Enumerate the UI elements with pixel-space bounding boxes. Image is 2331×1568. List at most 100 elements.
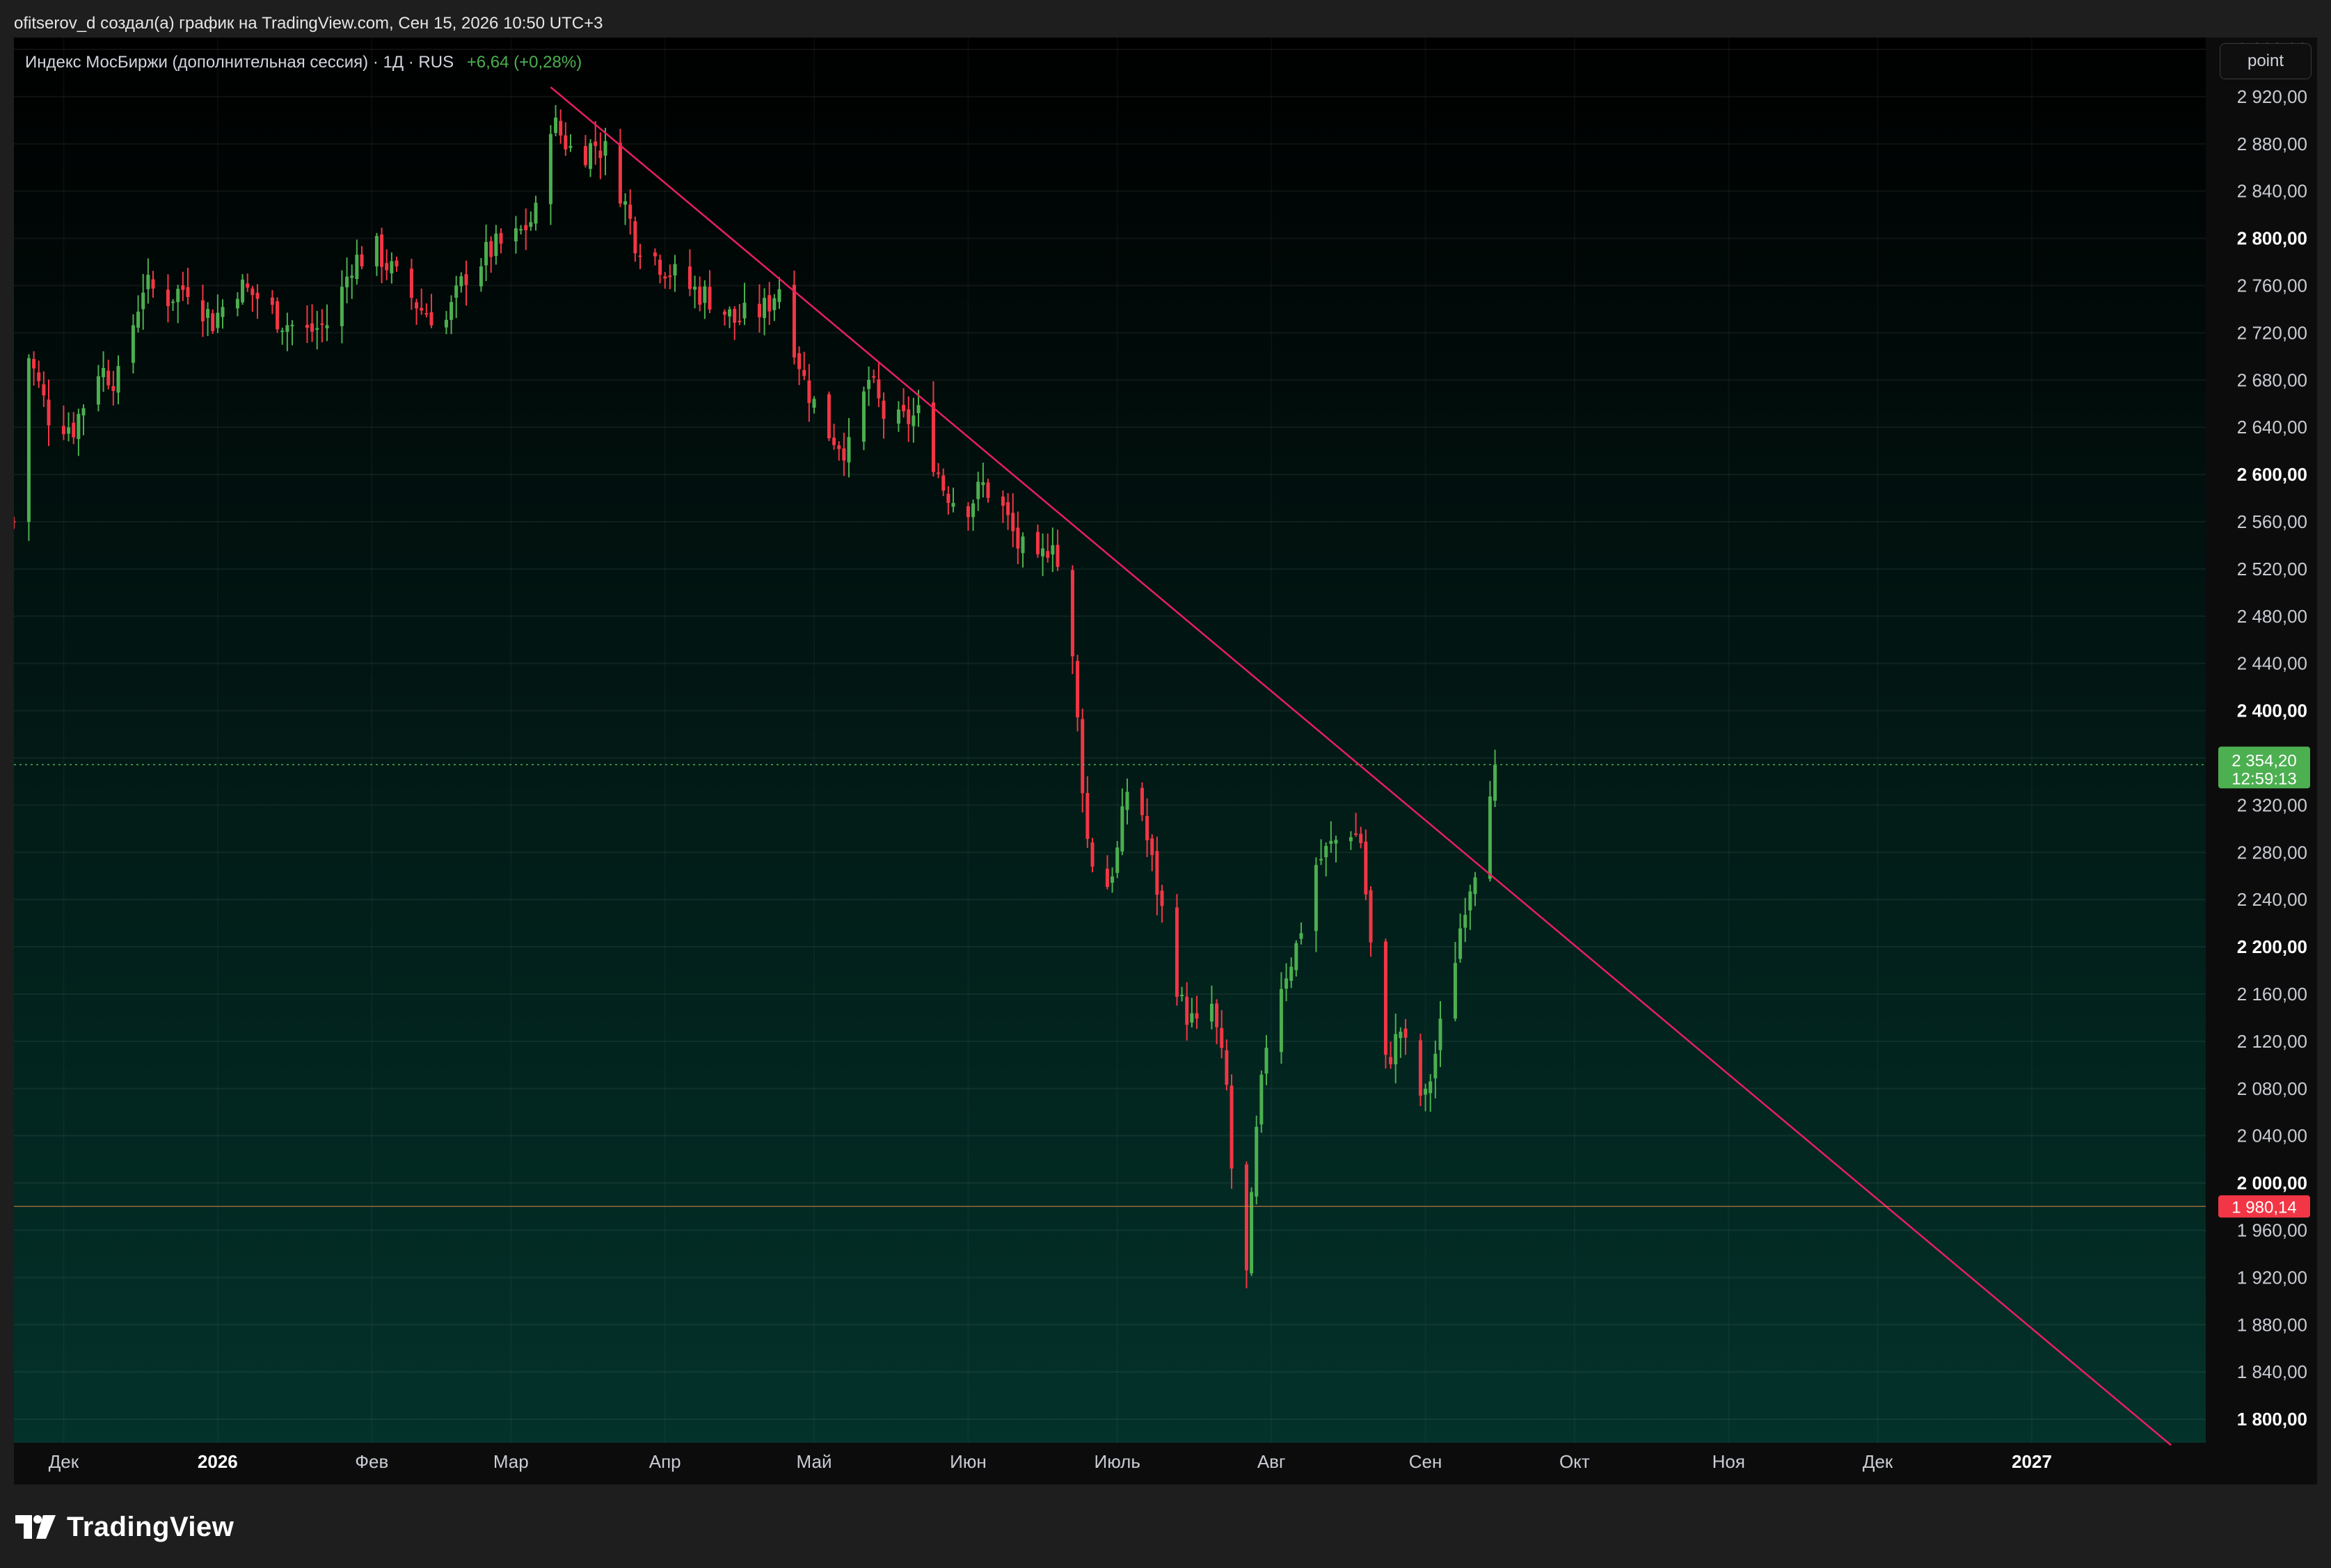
candle-body [444,319,448,328]
candle-body [861,391,866,442]
candle-body [931,402,935,472]
candle-body [1284,978,1289,989]
y-tick-label: 2 800,00 [2237,228,2307,249]
candle-body [355,255,359,280]
candle-body [812,399,816,408]
candle-body [489,241,493,257]
candle-body [1463,915,1467,928]
price-chart[interactable]: 2 960,002 920,002 880,002 840,002 800,00… [14,38,2317,1485]
x-tick-label: Май [797,1451,832,1472]
candle-body [1319,858,1323,861]
x-tick-label: 2027 [2012,1451,2052,1472]
candle-body [668,275,672,278]
candle-body [67,427,71,434]
candle-body [290,324,294,326]
candle-body [1190,1013,1194,1023]
candle-body [1160,890,1164,906]
candle-body [797,353,802,369]
y-tick-label: 1 840,00 [2237,1361,2307,1382]
candle-body [673,264,677,276]
y-tick-label: 1 920,00 [2237,1267,2307,1288]
candle-body [966,506,970,518]
candle-body [742,303,747,319]
y-tick-label: 2 280,00 [2237,842,2307,863]
candle-body [1225,1050,1229,1085]
candle-body [1299,933,1303,939]
candle-body [837,445,841,449]
candle-body [420,307,424,311]
candle-body [628,205,633,219]
candle-body [1076,661,1080,718]
candle-body [937,472,941,474]
tradingview-wordmark: TradingView [67,1511,234,1542]
candle-body [802,369,806,376]
x-tick-label: Окт [1559,1451,1590,1472]
bar-countdown: 12:59:13 [2231,769,2296,788]
point-button[interactable]: point [2220,43,2312,79]
y-tick-label: 2 680,00 [2237,369,2307,390]
y-tick-label: 2 400,00 [2237,701,2307,721]
candle-body [738,321,742,323]
y-tick-label: 2 080,00 [2237,1078,2307,1099]
candle-body [1324,845,1328,858]
candle-body [315,328,319,330]
candle-body [1289,966,1294,981]
candle-body [1364,841,1368,895]
level-price-badge: 1 980,14 [2218,1195,2310,1218]
candle-body [305,324,309,328]
candle-body [146,275,150,289]
candle-body [1209,1003,1214,1022]
candle-body [1175,907,1179,997]
candle-body [1468,891,1472,911]
candle-body [1314,865,1318,931]
candle-body [246,283,250,288]
candle-body [106,370,111,385]
y-tick-label: 2 840,00 [2237,181,2307,202]
candle-body [1115,847,1120,873]
candle-body [96,376,100,405]
candle-body [1264,1048,1268,1074]
candle-body [1105,868,1109,888]
candle-body [310,323,315,332]
candle-body [519,229,523,231]
candle-body [1090,842,1095,867]
candle-body [902,405,906,412]
candle-body [832,438,836,445]
candle-body [772,298,777,310]
tradingview-logo[interactable]: TradingView [15,1510,234,1544]
candle-body [1035,531,1040,554]
y-tick-label: 1 800,00 [2237,1409,2307,1430]
y-tick-label: 2 920,00 [2237,86,2307,107]
candle-body [603,141,607,156]
candle-body [598,150,603,159]
candle-body [548,134,552,205]
candle-body [380,234,384,267]
candle-body [350,275,354,278]
candle-body [72,422,76,438]
candle-body [1418,1040,1422,1096]
candle-body [385,263,389,271]
candle-body [186,287,190,298]
candle-body [1453,963,1457,1019]
candle-body [534,202,538,224]
candle-body [568,145,573,148]
candle-body [454,285,459,298]
candle-body [1244,1164,1248,1271]
candle-body [166,289,170,307]
y-tick-label: 2 240,00 [2237,889,2307,910]
candle-body [907,409,911,424]
candle-body [1011,513,1015,531]
candle-body [136,312,141,328]
candle-body [1279,989,1283,1053]
candle-body [1383,941,1387,1055]
candle-body [1021,536,1025,554]
chart-panel[interactable]: 2 960,002 920,002 880,002 840,002 800,00… [14,38,2317,1485]
candle-body [1140,787,1144,815]
candle-body [1473,877,1477,895]
candle-body [767,295,772,312]
candle-body [663,276,667,279]
candle-body [1215,1003,1219,1027]
candle-body [703,286,707,303]
candle-body [241,279,245,303]
y-tick-label: 2 880,00 [2237,134,2307,154]
